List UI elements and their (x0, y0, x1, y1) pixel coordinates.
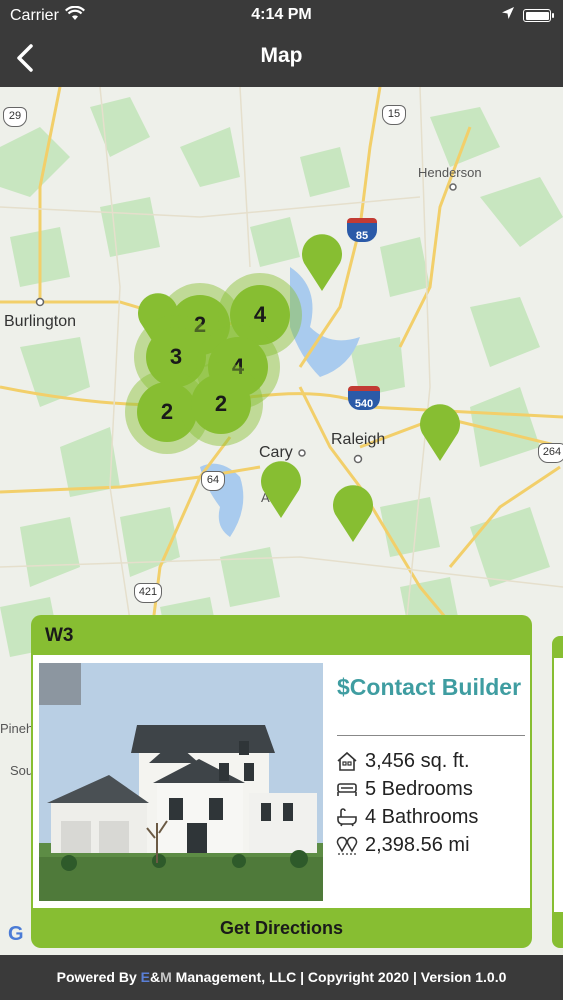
city-label-pinehurst-partial: Pineh (0, 721, 34, 736)
detail-bathrooms: 4 Bathrooms (335, 803, 478, 831)
status-bar: Carrier 4:14 PM (0, 0, 563, 30)
map-pin-icon[interactable] (331, 484, 375, 544)
city-label-henderson: Henderson (418, 165, 482, 180)
map-pin-icon[interactable] (259, 460, 303, 520)
sqft-value: 3,456 sq. ft. (365, 749, 470, 772)
cluster-count: 2 (191, 374, 251, 434)
detail-distance: 2,398.56 mi (335, 831, 478, 859)
location-arrow-icon (501, 6, 515, 25)
city-label-raleigh: Raleigh (331, 431, 386, 448)
bedrooms-value: 5 Bedrooms (365, 777, 473, 800)
route-pins-icon (335, 834, 359, 856)
bed-icon (335, 778, 359, 800)
listing-price: $Contact Builder (337, 674, 522, 700)
map-pin-icon[interactable] (418, 403, 462, 463)
route-shield-421: 421 (134, 583, 162, 603)
distance-value: 2,398.56 mi (365, 833, 470, 856)
footer-prefix: Powered By (56, 969, 141, 985)
house-photo (39, 663, 323, 901)
bathrooms-value: 4 Bathrooms (365, 805, 479, 828)
divider (337, 735, 525, 736)
footer: Powered By E&M Management, LLC | Copyrig… (0, 955, 563, 1000)
battery-icon (523, 9, 554, 22)
listing-photo[interactable] (39, 663, 323, 901)
get-directions-button[interactable]: Get Directions (31, 910, 532, 946)
listing-body: $Contact Builder 3,456 sq. ft. 5 Bedroom… (33, 655, 530, 908)
map-cluster[interactable]: 2 (179, 362, 263, 446)
route-shield-29: 29 (3, 107, 27, 127)
route-shield-15: 15 (382, 105, 406, 125)
listing-title: W3 (45, 625, 74, 646)
listing-details: 3,456 sq. ft. 5 Bedrooms 4 Bathrooms 2,3… (335, 747, 478, 859)
page-title: Map (260, 44, 303, 67)
route-shield-540: 540 (348, 386, 380, 410)
city-label-southern-partial: Sou (10, 763, 34, 778)
footer-brand-amp: & (149, 969, 161, 985)
google-logo: G (8, 923, 24, 945)
house-icon (335, 750, 359, 772)
listing-card[interactable]: W3 $Contact Builder 3,456 sq. ft. 5 Bedr… (31, 615, 532, 948)
footer-suffix: Management, LLC | Copyright 2020 | Versi… (171, 969, 507, 985)
route-shield-85: 85 (347, 218, 377, 242)
status-time: 4:14 PM (251, 6, 312, 23)
city-label-burlington: Burlington (4, 313, 77, 330)
detail-sqft: 3,456 sq. ft. (335, 747, 478, 775)
detail-bedrooms: 5 Bedrooms (335, 775, 478, 803)
route-shield-264: 264 (538, 443, 563, 463)
map-pin-icon[interactable] (300, 233, 344, 293)
route-shield-64: 64 (201, 471, 225, 491)
next-listing-card-peek[interactable] (552, 636, 563, 948)
bathtub-icon (335, 806, 359, 828)
footer-brand-m: M (160, 969, 172, 985)
footer-brand-e: E (140, 969, 150, 985)
nav-bar: Map (0, 30, 563, 87)
